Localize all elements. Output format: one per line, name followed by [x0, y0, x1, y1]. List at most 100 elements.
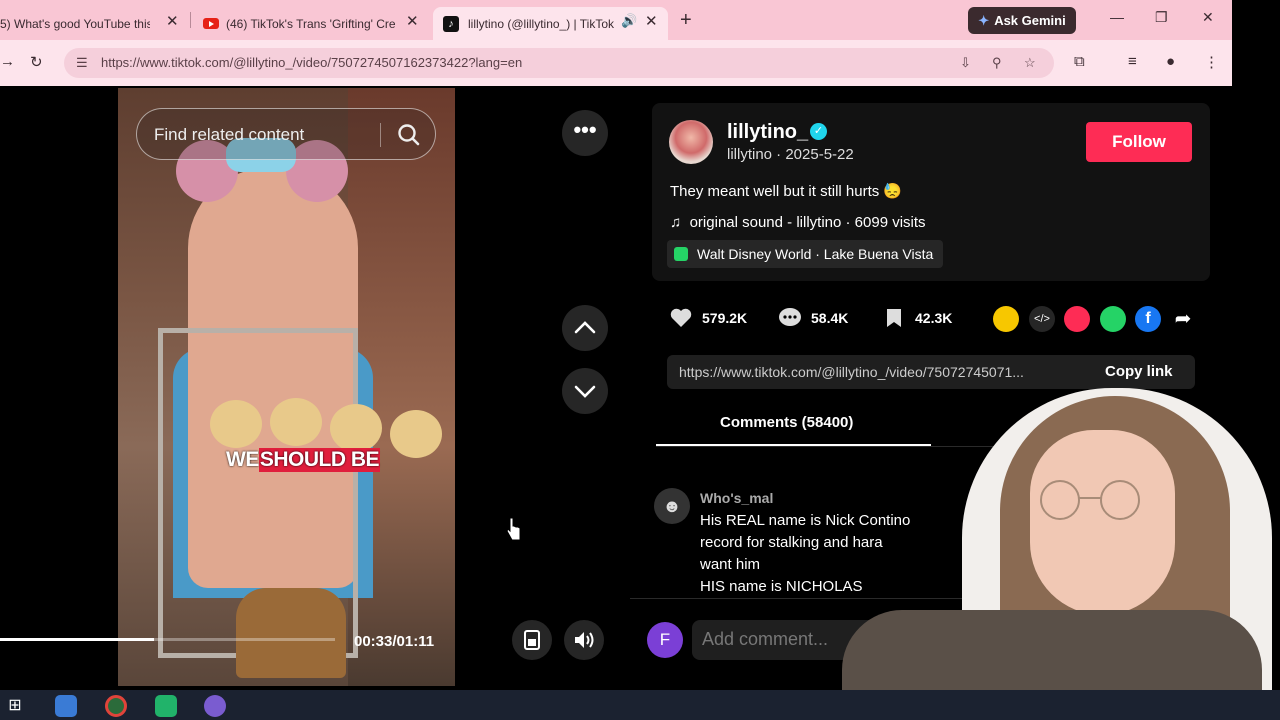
- search-placeholder: Find related content: [154, 125, 305, 144]
- zoom-icon[interactable]: ⚲: [992, 55, 1002, 71]
- follow-button[interactable]: Follow: [1086, 122, 1192, 162]
- caption-text: WE: [226, 448, 259, 471]
- location-label: Walt Disney World · Lake Buena Vista: [697, 246, 934, 262]
- comment-placeholder: Add comment...: [702, 629, 829, 649]
- hand-cursor-icon: [506, 517, 521, 541]
- more-options-button[interactable]: •••: [562, 110, 608, 156]
- site-info-icon[interactable]: ☰: [76, 55, 88, 71]
- music-note-icon: ♫: [670, 214, 690, 231]
- search-icon[interactable]: [396, 122, 422, 148]
- avatar[interactable]: [669, 120, 713, 164]
- tiktok-icon: ♪: [443, 15, 459, 32]
- tab-title: lillytino (@lillytino_) | TikTok: [468, 16, 614, 31]
- pip-button[interactable]: [512, 620, 552, 660]
- close-icon[interactable]: ✕: [166, 12, 179, 30]
- share-arrow-icon[interactable]: ➦: [1170, 306, 1196, 332]
- media-controls-icon[interactable]: ≡: [1128, 53, 1137, 70]
- task-view-icon[interactable]: ⊞: [4, 695, 26, 717]
- tab-strip: 5) What's good YouTube this ✕ (46) TikTo…: [0, 0, 1232, 40]
- chevron-up-icon: [574, 321, 596, 334]
- share-link-text[interactable]: https://www.tiktok.com/@lillytino_/video…: [679, 364, 1084, 380]
- video-subject: [236, 588, 346, 678]
- tab-title: 5) What's good YouTube this: [0, 16, 150, 31]
- comment-icon: [777, 305, 803, 331]
- embed-code-icon[interactable]: </>: [1029, 306, 1055, 332]
- send-to-friends-icon[interactable]: [1064, 306, 1090, 332]
- tab-title: (46) TikTok's Trans 'Grifting' Cre: [226, 16, 396, 31]
- previous-video-button[interactable]: [562, 305, 608, 351]
- reload-icon[interactable]: ↻: [30, 53, 43, 71]
- tab-youtube-1[interactable]: 5) What's good YouTube this ✕: [0, 7, 190, 40]
- comment-button[interactable]: 58.4K: [777, 305, 848, 331]
- chevron-down-icon: [574, 385, 596, 398]
- comment-avatar[interactable]: ☻: [654, 488, 690, 524]
- minimize-button[interactable]: —: [1110, 9, 1124, 25]
- video-caption: WE SHOULD BE: [224, 445, 382, 475]
- share-link-box: https://www.tiktok.com/@lillytino_/video…: [667, 355, 1195, 389]
- save-count: 42.3K: [915, 310, 953, 326]
- repost-icon[interactable]: [993, 306, 1019, 332]
- location-chip[interactable]: Walt Disney World · Lake Buena Vista: [667, 240, 944, 268]
- caption-highlight: SHOULD BE: [258, 448, 381, 472]
- next-video-button[interactable]: [562, 368, 608, 414]
- youtube-icon: [203, 18, 219, 29]
- like-count: 579.2K: [702, 310, 748, 326]
- video-player[interactable]: WE SHOULD BE: [118, 88, 455, 686]
- ask-gemini-label: Ask Gemini: [994, 13, 1066, 28]
- divider: [380, 123, 381, 147]
- tab-separator: [190, 12, 191, 28]
- picture-in-picture-icon: [524, 630, 540, 650]
- username[interactable]: lillytino_: [727, 121, 808, 144]
- related-search-input[interactable]: Find related content: [136, 108, 436, 160]
- taskbar: [0, 690, 1280, 720]
- comment-count: 58.4K: [811, 310, 849, 326]
- taskbar-app-icon[interactable]: [55, 695, 77, 717]
- profile-icon[interactable]: ●: [1166, 53, 1175, 70]
- location-pin-icon: [674, 247, 688, 261]
- copy-link-button[interactable]: Copy link: [1105, 363, 1173, 380]
- like-button[interactable]: 579.2K: [668, 305, 747, 331]
- close-icon[interactable]: ✕: [645, 12, 658, 30]
- comment-text-line: His REAL name is Nick Contino: [700, 512, 911, 529]
- taskbar-app-icon[interactable]: [155, 695, 177, 717]
- comment-text-line: want him: [700, 556, 761, 573]
- video-subject: [390, 410, 442, 458]
- comment-author[interactable]: Who's_mal: [700, 490, 773, 506]
- save-button[interactable]: 42.3K: [881, 305, 952, 331]
- bookmark-icon: [881, 305, 907, 331]
- verified-badge-icon: ✓: [810, 123, 827, 140]
- new-tab-button[interactable]: +: [680, 9, 692, 32]
- webcam-overlay: [1040, 480, 1140, 520]
- chrome-icon[interactable]: [105, 695, 127, 717]
- restore-button[interactable]: ❐: [1155, 9, 1168, 26]
- toolbar: → ↻ ☰ https://www.tiktok.com/@lillytino_…: [0, 40, 1232, 86]
- comment-text-line: HIS name is NICHOLAS: [700, 578, 863, 595]
- video-timecode: 00:33/01:11: [354, 633, 435, 650]
- sound-link[interactable]: ♫ original sound - lillytino · 6099 visi…: [670, 214, 926, 231]
- video-subject: [270, 398, 322, 446]
- ask-gemini-button[interactable]: ✦ Ask Gemini: [968, 7, 1076, 34]
- video-subject: [210, 400, 262, 448]
- video-progress-fill: [0, 638, 154, 641]
- install-app-icon[interactable]: ⇩: [960, 55, 971, 71]
- tab-comments[interactable]: Comments (58400): [720, 414, 853, 431]
- extensions-icon[interactable]: ⧉: [1074, 53, 1085, 70]
- facebook-icon[interactable]: f: [1135, 306, 1161, 332]
- post-description: They meant well but it still hurts 😓: [670, 183, 903, 200]
- speaker-icon[interactable]: 🔊: [621, 13, 637, 29]
- heart-icon: [668, 305, 694, 331]
- volume-button[interactable]: [564, 620, 604, 660]
- sound-label: original sound - lillytino · 6099 visits: [689, 214, 926, 231]
- gemini-icon: ✦: [978, 12, 990, 28]
- tab-tiktok[interactable]: ♪ lillytino (@lillytino_) | TikTok 🔊 ✕: [433, 7, 668, 40]
- forward-icon[interactable]: →: [0, 53, 15, 70]
- author-subline: lillytino · 2025-5-22: [727, 146, 854, 163]
- whatsapp-icon[interactable]: [1100, 306, 1126, 332]
- close-window-button[interactable]: ✕: [1202, 9, 1214, 26]
- taskbar-app-icon[interactable]: [204, 695, 226, 717]
- tab-youtube-2[interactable]: (46) TikTok's Trans 'Grifting' Cre ✕: [203, 7, 428, 40]
- bookmark-star-icon[interactable]: ☆: [1024, 55, 1036, 71]
- close-icon[interactable]: ✕: [406, 12, 419, 30]
- address-bar[interactable]: ☰ https://www.tiktok.com/@lillytino_/vid…: [64, 48, 1054, 78]
- menu-icon[interactable]: ⋮: [1204, 53, 1219, 71]
